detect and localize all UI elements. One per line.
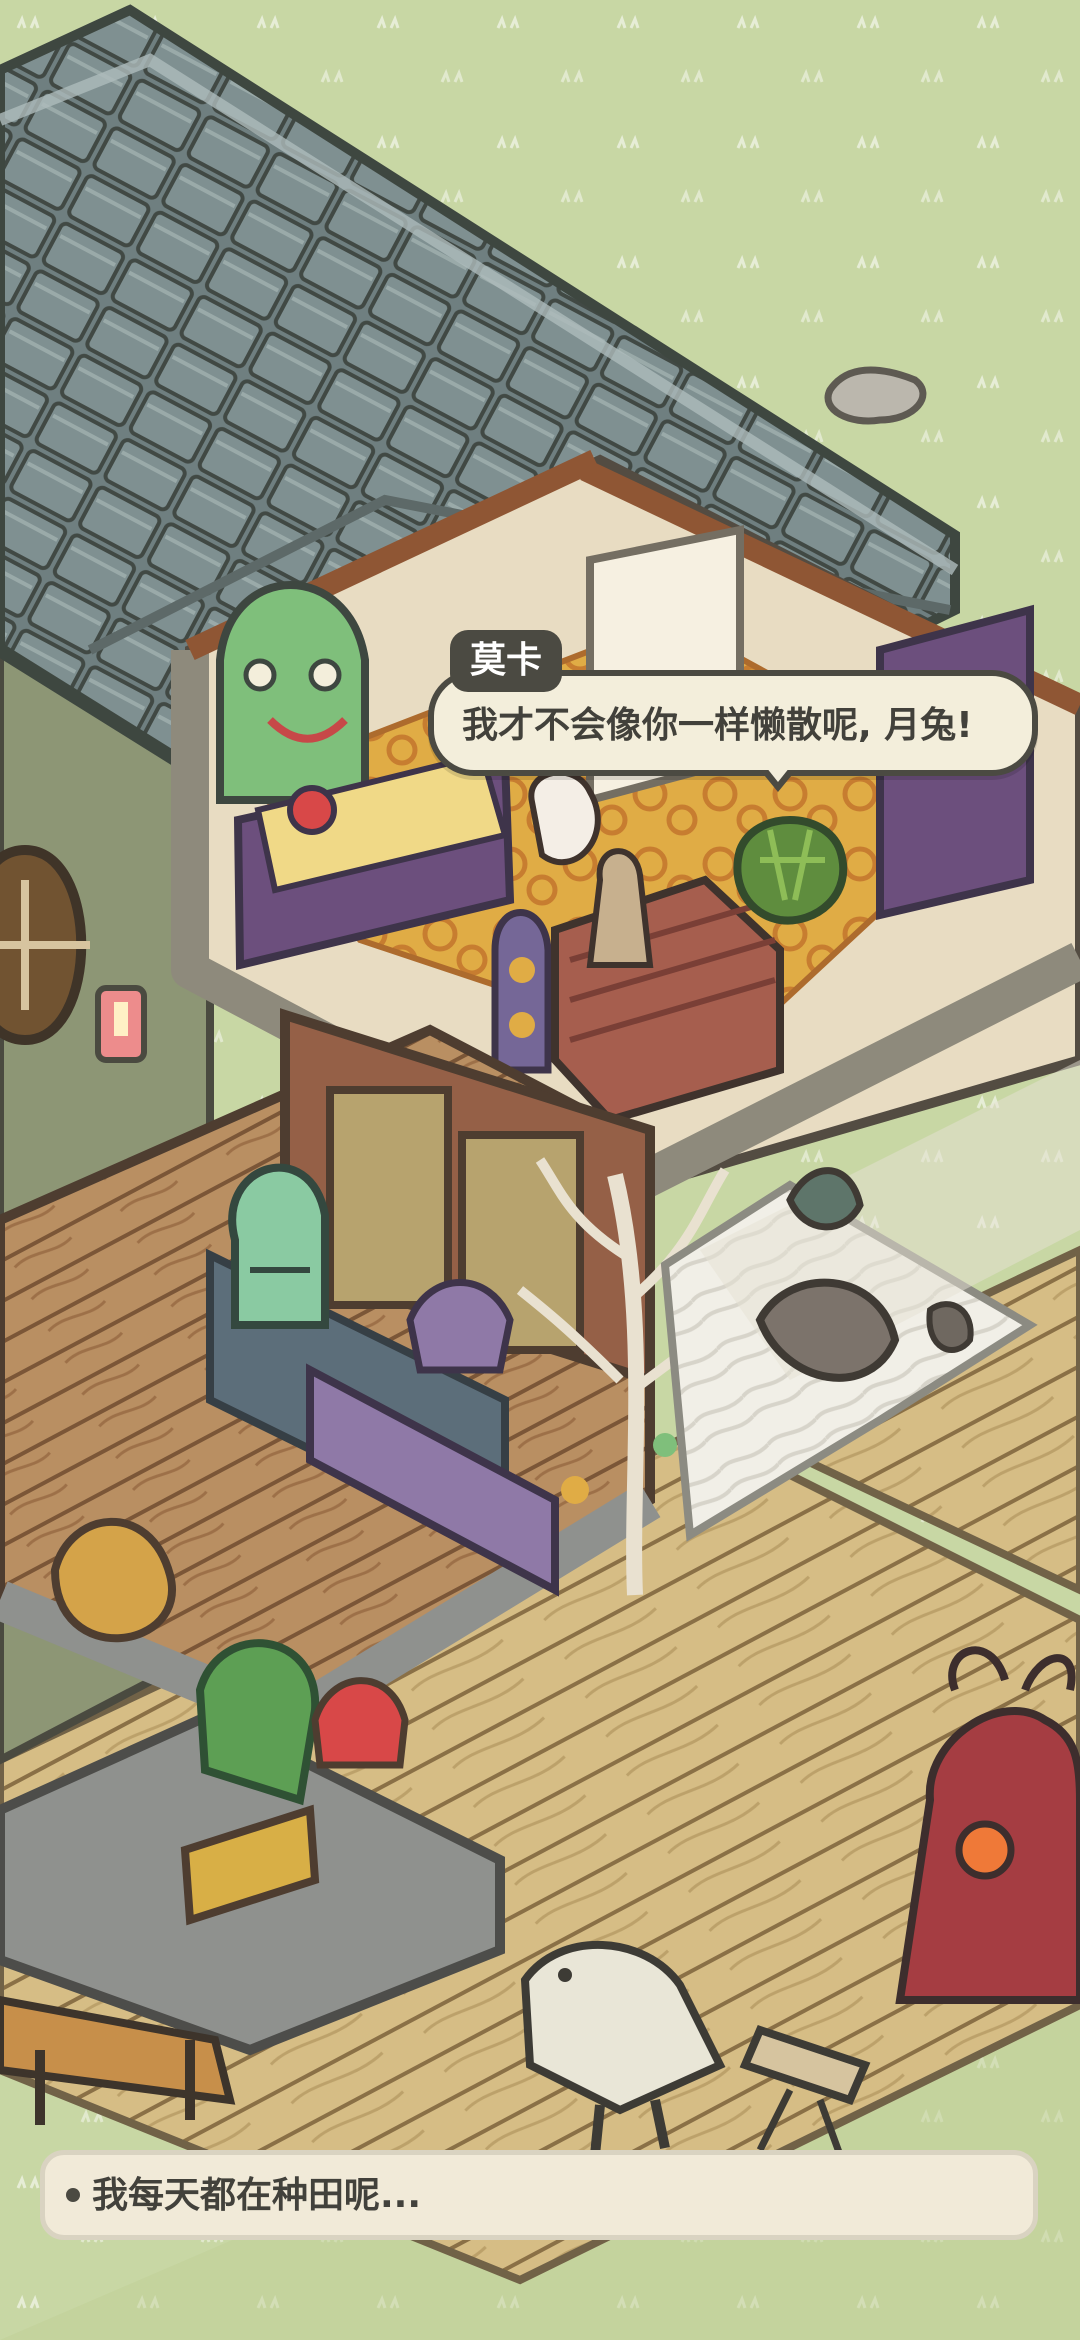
dialogue-text: 我才不会像你一样懒散呢, 月兔! <box>462 705 973 746</box>
bottom-dialogue-text: 我每天都在种田呢... <box>92 2175 422 2216</box>
speaker-name-tag: 莫卡 <box>450 630 562 692</box>
bullet-icon <box>66 2188 80 2202</box>
game-screen: 莫卡 我才不会像你一样懒散呢, 月兔! 我每天都在种田呢... <box>0 0 1080 2340</box>
game-scene <box>0 0 1080 2340</box>
dialogue-tail-fill <box>766 767 790 782</box>
